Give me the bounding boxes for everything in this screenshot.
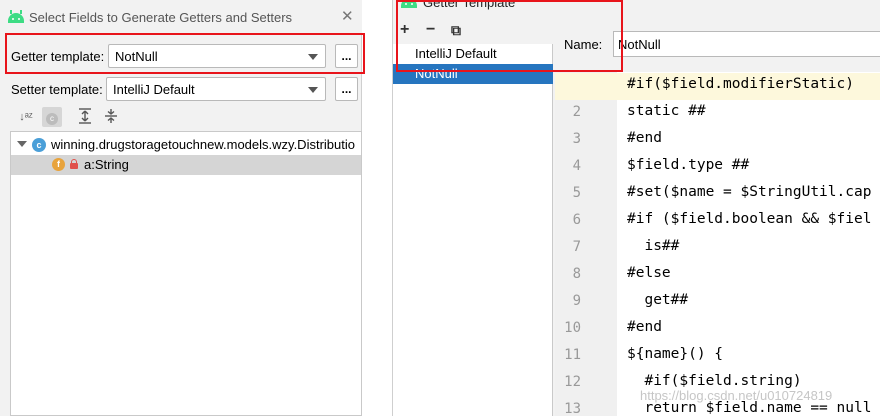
- line-number: 12: [564, 374, 581, 390]
- close-icon[interactable]: ✕: [341, 9, 354, 25]
- code-line: #set($name = $StringUtil.cap: [627, 184, 872, 200]
- field-icon: f: [52, 158, 65, 171]
- code-line: is##: [627, 238, 680, 254]
- setter-template-value: IntelliJ Default: [113, 82, 195, 97]
- code-line: ${name}() {: [627, 346, 724, 362]
- dialog-title-bar[interactable]: Select Fields to Generate Getters and Se…: [0, 0, 362, 34]
- line-number: 3: [572, 131, 581, 147]
- template-highlight-box: [396, 0, 623, 72]
- dialog-title: Select Fields to Generate Getters and Se…: [29, 10, 293, 25]
- code-line: #if($field.modifierStatic): [627, 76, 854, 92]
- class-icon: c: [32, 138, 46, 152]
- tree-toolbar: ↓ᵃᶻ c: [0, 104, 362, 130]
- name-input[interactable]: NotNull: [613, 31, 880, 57]
- tree-node-class[interactable]: c winning.drugstoragetouchnew.models.wzy…: [11, 135, 361, 155]
- line-number: 5: [572, 185, 581, 201]
- line-number: 7: [572, 239, 581, 255]
- c-filter-icon[interactable]: c: [42, 107, 62, 127]
- template-list: IntelliJ Default NotNull: [393, 44, 553, 416]
- line-number: 6: [572, 212, 581, 228]
- android-icon: [8, 10, 24, 23]
- sort-alpha-icon[interactable]: ↓ᵃᶻ: [17, 108, 35, 126]
- line-number: 11: [564, 347, 581, 363]
- class-name: winning.drugstoragetouchnew.models.wzy.D…: [51, 137, 355, 152]
- line-number: 2: [572, 104, 581, 120]
- getter-highlight-box: [5, 33, 365, 74]
- fields-tree: c winning.drugstoragetouchnew.models.wzy…: [10, 131, 362, 416]
- chevron-down-icon: [308, 87, 318, 93]
- field-name: a:String: [84, 157, 129, 172]
- expand-all-icon[interactable]: [76, 108, 94, 126]
- name-input-value: NotNull: [618, 37, 661, 52]
- code-line: static ##: [627, 103, 706, 119]
- code-line: #else: [627, 265, 671, 281]
- line-number: 9: [572, 293, 581, 309]
- line-number: 13: [564, 401, 581, 416]
- code-line: $field.type ##: [627, 157, 750, 173]
- edit-setter-template-button[interactable]: ...: [335, 77, 358, 101]
- line-number: 8: [572, 266, 581, 282]
- line-number: 4: [572, 158, 581, 174]
- collapse-all-icon[interactable]: [102, 108, 120, 126]
- code-line: #end: [627, 130, 662, 146]
- setter-template-select[interactable]: IntelliJ Default: [106, 77, 326, 101]
- template-code-editor[interactable]: 12345678910111213 #if($field.modifierSta…: [555, 72, 880, 416]
- tree-node-field[interactable]: f a:String: [11, 155, 361, 175]
- code-line: #if ($field.boolean && $fiel: [627, 211, 872, 227]
- watermark: https://blog.csdn.net/u010724819: [640, 388, 833, 403]
- expand-arrow-icon[interactable]: [17, 141, 27, 147]
- line-number: 10: [564, 320, 581, 336]
- line-number-gutter: 12345678910111213: [555, 72, 617, 416]
- setter-template-label: Setter template:: [11, 82, 103, 97]
- lock-icon: [70, 159, 78, 169]
- code-line: #if($field.string): [627, 373, 802, 389]
- code-line: get##: [627, 292, 689, 308]
- code-line: #end: [627, 319, 662, 335]
